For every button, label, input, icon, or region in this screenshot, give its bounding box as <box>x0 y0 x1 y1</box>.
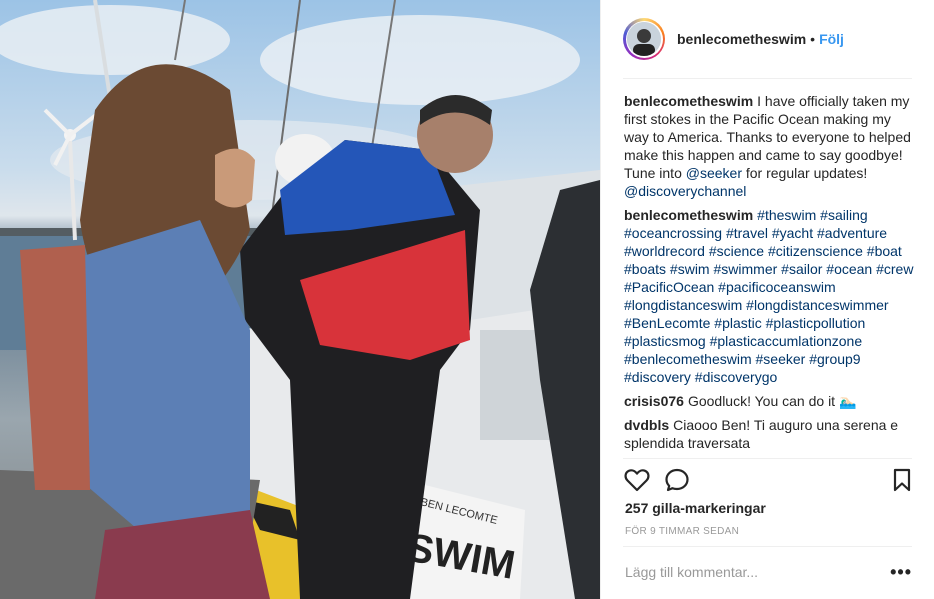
comment-text: for regular updates! <box>741 165 868 181</box>
header-divider <box>623 78 912 79</box>
comment-link[interactable]: #theswim #sailing #oceancrossing #travel… <box>624 207 913 385</box>
avatar-image <box>627 22 661 56</box>
post-side-panel: benlecometheswim • Följ benlecometheswim… <box>600 0 934 599</box>
action-bar <box>624 468 914 494</box>
add-comment-input[interactable] <box>625 560 895 584</box>
comment-username[interactable]: benlecometheswim <box>624 93 753 109</box>
comment-link[interactable]: @discoverychannel <box>624 183 746 199</box>
comment-username[interactable]: benlecometheswim <box>624 207 753 223</box>
heart-icon[interactable] <box>624 468 650 497</box>
bookmark-icon[interactable] <box>892 468 912 497</box>
post-header: benlecometheswim • Följ <box>601 0 934 78</box>
comment: benlecometheswim I have officially taken … <box>624 92 916 200</box>
avatar-frame <box>625 20 663 58</box>
story-ring[interactable] <box>623 18 665 60</box>
follow-button[interactable]: Följ <box>819 31 844 47</box>
header-separator: • <box>810 31 816 47</box>
comment-username[interactable]: dvdbls <box>624 417 669 433</box>
comment-link[interactable]: @seeker <box>686 165 742 181</box>
actions-divider <box>623 458 912 459</box>
comment: dvdbls Ciaooo Ben! Ti auguro una serena e… <box>624 416 916 452</box>
comment-list[interactable]: benlecometheswim I have officially taken … <box>624 92 916 458</box>
instagram-post: BEN LECOMTE SWIM benlecometheswim • Följ… <box>0 0 934 599</box>
comment: crisis076 Goodluck! You can do it 🏊🏻‍♂️ <box>624 392 916 410</box>
post-photo-illustration: BEN LECOMTE SWIM <box>0 0 600 599</box>
comment-username[interactable]: crisis076 <box>624 393 684 409</box>
more-options-button[interactable]: ••• <box>890 563 912 581</box>
post-timestamp[interactable]: FÖR 9 TIMMAR SEDAN <box>625 526 739 537</box>
post-photo[interactable]: BEN LECOMTE SWIM <box>0 0 600 599</box>
like-count[interactable]: 257 gilla-markeringar <box>625 500 766 516</box>
speech-bubble-icon[interactable] <box>664 468 690 497</box>
avatar[interactable] <box>627 22 661 56</box>
post-username[interactable]: benlecometheswim <box>677 31 806 47</box>
comment: benlecometheswim #theswim #sailing #ocean… <box>624 206 916 386</box>
add-comment-divider <box>623 546 912 547</box>
comment-text: Goodluck! You can do it 🏊🏻‍♂️ <box>687 393 857 409</box>
